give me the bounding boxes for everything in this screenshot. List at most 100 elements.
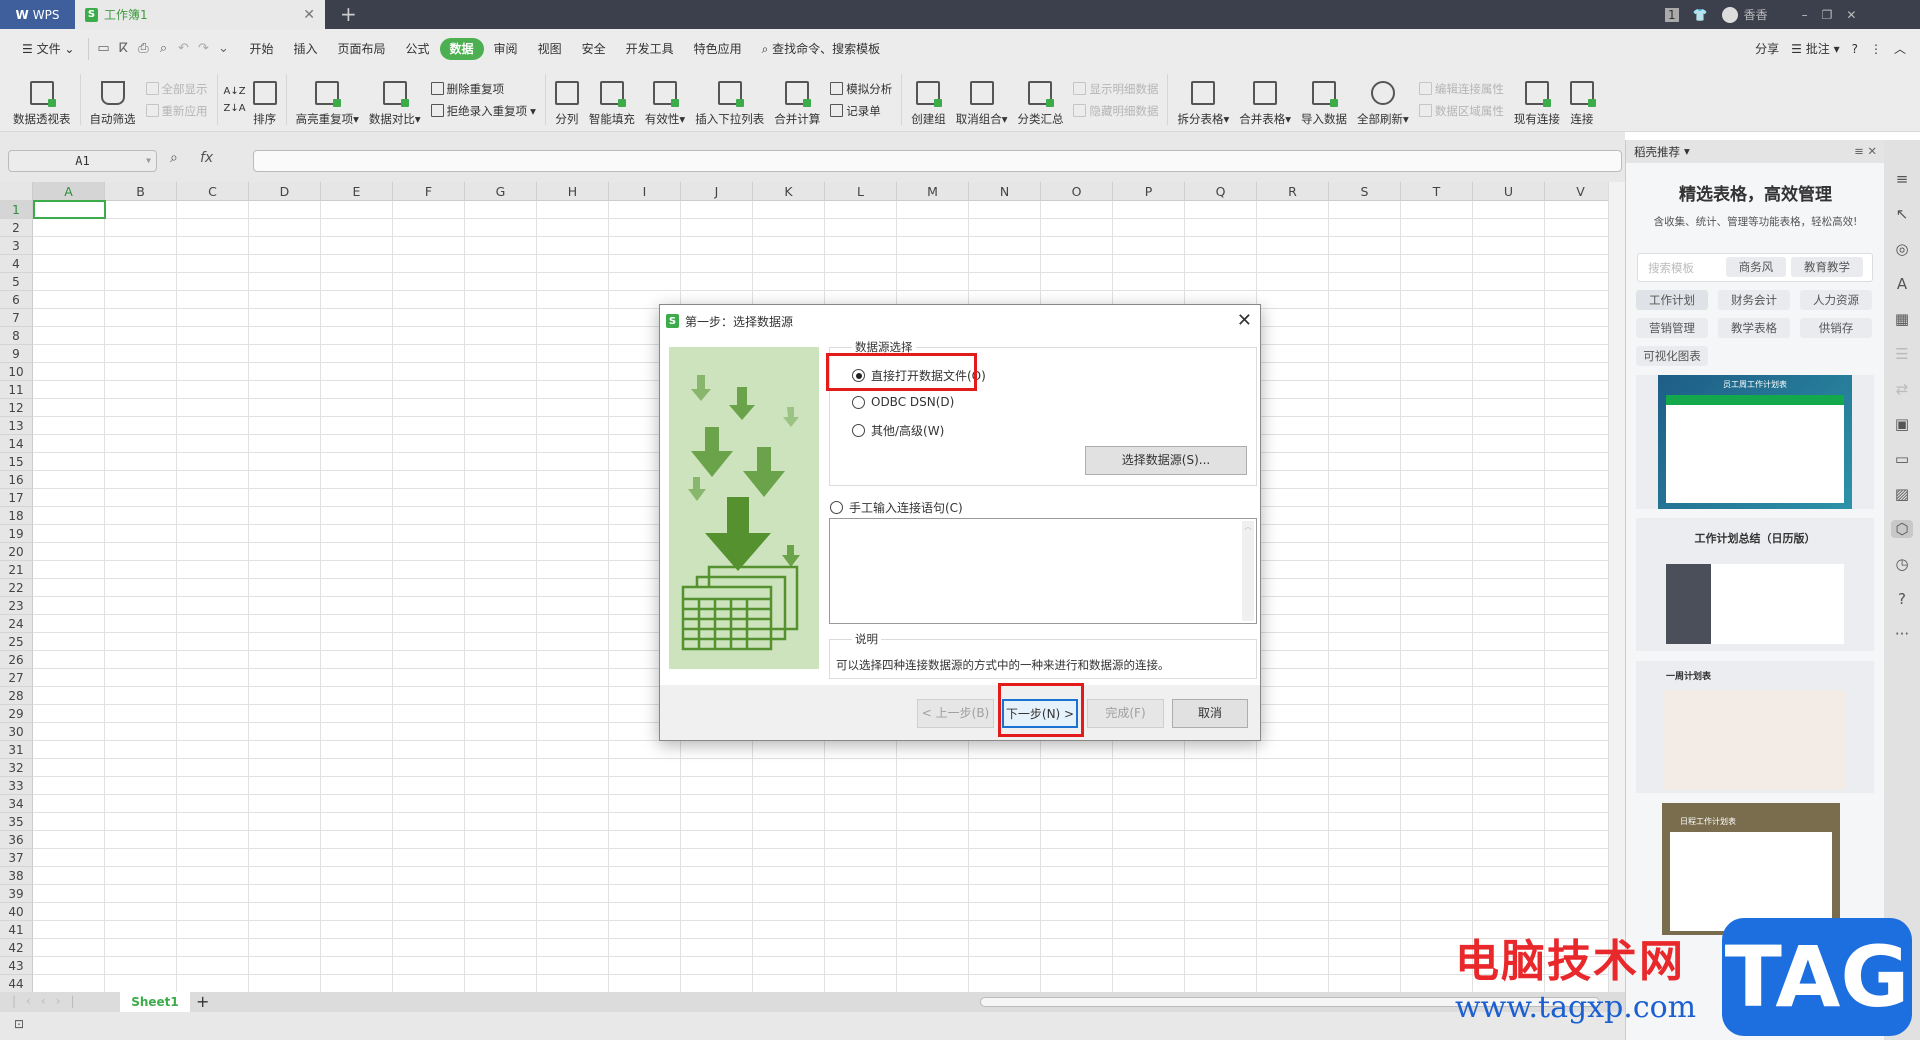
- column-header[interactable]: C: [177, 182, 249, 201]
- select-all-corner[interactable]: [0, 182, 33, 201]
- zoom-formula-icon[interactable]: ⌕: [170, 150, 178, 166]
- reject-duplicates-button[interactable]: 拒绝录入重复项 ▾: [430, 103, 536, 119]
- row-header[interactable]: 8: [0, 327, 33, 345]
- row-header[interactable]: 11: [0, 381, 33, 399]
- row-header[interactable]: 20: [0, 543, 33, 561]
- highlight-duplicates-button[interactable]: 高亮重复项▾: [291, 68, 364, 131]
- column-header[interactable]: M: [897, 182, 969, 201]
- search-tag[interactable]: 教育教学: [1791, 257, 1863, 277]
- menu-icon[interactable]: ≡: [1896, 170, 1909, 188]
- template-search-input[interactable]: 搜索模板: [1648, 260, 1694, 276]
- row-header[interactable]: 43: [0, 957, 33, 975]
- tab-9[interactable]: 特色应用: [684, 38, 752, 60]
- row-header[interactable]: 39: [0, 885, 33, 903]
- row-header[interactable]: 5: [0, 273, 33, 291]
- close-tab-icon[interactable]: ✕: [303, 7, 315, 23]
- row-header[interactable]: 1: [0, 201, 33, 219]
- row-header[interactable]: 24: [0, 615, 33, 633]
- column-header[interactable]: U: [1473, 182, 1545, 201]
- previous-button[interactable]: < 上一步(B): [917, 699, 994, 728]
- tab-1[interactable]: 插入: [283, 38, 327, 60]
- column-header[interactable]: N: [969, 182, 1041, 201]
- username[interactable]: 香香: [1744, 6, 1768, 23]
- picture-icon[interactable]: ▨: [1895, 485, 1909, 503]
- category-tag[interactable]: 财务会计: [1718, 290, 1790, 310]
- print-icon[interactable]: ⎙: [133, 41, 153, 56]
- tab-0[interactable]: 开始: [239, 38, 283, 60]
- minimize-icon[interactable]: –: [1802, 8, 1808, 22]
- row-header[interactable]: 21: [0, 561, 33, 579]
- subtotal-button[interactable]: 分类汇总: [1012, 68, 1068, 131]
- help-icon[interactable]: ?: [1898, 590, 1906, 608]
- row-header[interactable]: 9: [0, 345, 33, 363]
- category-tag[interactable]: 教学表格: [1718, 318, 1790, 338]
- textarea-scrollbar[interactable]: ︿: [1242, 521, 1254, 621]
- show-detail-button[interactable]: 显示明细数据: [1073, 81, 1158, 97]
- refresh-all-button[interactable]: 全部刷新▾: [1352, 68, 1414, 131]
- radio-manual-connection[interactable]: 手工输入连接语句(C): [830, 499, 963, 516]
- merge-table-button[interactable]: 合并表格▾: [1234, 68, 1296, 131]
- remove-duplicates-button[interactable]: 删除重复项: [430, 81, 536, 97]
- column-header[interactable]: G: [465, 182, 537, 201]
- smart-fill-button[interactable]: 智能填充: [584, 68, 640, 131]
- text-style-icon[interactable]: A: [1897, 275, 1907, 293]
- panel-menu-icon[interactable]: ≡ ✕: [1854, 144, 1877, 159]
- help-button[interactable]: ?: [1852, 42, 1858, 56]
- avatar[interactable]: [1721, 6, 1738, 23]
- column-header[interactable]: R: [1257, 182, 1329, 201]
- customize-icon[interactable]: ⌄: [213, 41, 233, 56]
- radio-advanced[interactable]: 其他/高级(W): [852, 422, 944, 439]
- row-header[interactable]: 36: [0, 831, 33, 849]
- wps-home-tab[interactable]: W WPS: [0, 0, 75, 29]
- undo-icon[interactable]: ↶: [173, 41, 193, 56]
- column-header[interactable]: S: [1329, 182, 1401, 201]
- validity-button[interactable]: 有效性▾: [640, 68, 690, 131]
- row-header[interactable]: 33: [0, 777, 33, 795]
- pivot-table-button[interactable]: 数据透视表: [8, 68, 76, 131]
- category-tag[interactable]: 供销存: [1800, 318, 1872, 338]
- radio-button[interactable]: [852, 424, 865, 437]
- tab-7[interactable]: 安全: [572, 38, 616, 60]
- tab-4[interactable]: 数据: [439, 37, 484, 60]
- sort-descending-icon[interactable]: Z↓A: [224, 103, 246, 114]
- column-header[interactable]: F: [393, 182, 465, 201]
- row-header[interactable]: 7: [0, 309, 33, 327]
- column-header[interactable]: L: [825, 182, 897, 201]
- row-header[interactable]: 16: [0, 471, 33, 489]
- column-header[interactable]: J: [681, 182, 753, 201]
- settings-icon[interactable]: ☰: [1895, 345, 1908, 363]
- row-header[interactable]: 14: [0, 435, 33, 453]
- status-mode-icon[interactable]: ⊡: [14, 1017, 24, 1031]
- row-header[interactable]: 18: [0, 507, 33, 525]
- skin-icon[interactable]: 👕: [1693, 8, 1708, 22]
- formula-input[interactable]: [253, 150, 1622, 172]
- ungroup-button[interactable]: 取消组合▾: [951, 68, 1013, 131]
- row-header[interactable]: 44: [0, 975, 33, 992]
- close-window-icon[interactable]: ✕: [1846, 8, 1856, 22]
- row-header[interactable]: 22: [0, 579, 33, 597]
- save-icon[interactable]: ▭: [93, 41, 113, 56]
- insert-dropdown-button[interactable]: 插入下拉列表: [690, 68, 769, 131]
- more-icon[interactable]: ⋮: [1870, 42, 1882, 56]
- connect-button[interactable]: 连接: [1565, 68, 1599, 131]
- row-header[interactable]: 32: [0, 759, 33, 777]
- sheet-tab-sheet1[interactable]: Sheet1: [120, 992, 190, 1012]
- row-header[interactable]: 15: [0, 453, 33, 471]
- column-header[interactable]: Q: [1185, 182, 1257, 201]
- panel-title[interactable]: 稻壳推荐: [1634, 144, 1680, 159]
- template-card[interactable]: 工作计划总结（日历版）: [1636, 518, 1874, 651]
- split-column-button[interactable]: 分列: [550, 68, 584, 131]
- template-search[interactable]: 搜索模板 商务风 教育教学: [1637, 253, 1873, 282]
- row-header[interactable]: 27: [0, 669, 33, 687]
- vertical-scrollbar[interactable]: [1608, 182, 1625, 992]
- show-all-button[interactable]: 全部显示: [145, 81, 208, 97]
- sort-button[interactable]: 排序: [248, 68, 282, 131]
- dialog-close-icon[interactable]: ✕: [1237, 310, 1252, 331]
- autofilter-button[interactable]: 自动筛选: [85, 68, 141, 131]
- consolidate-button[interactable]: 合并计算: [769, 68, 825, 131]
- name-box[interactable]: A1 ▼: [8, 150, 157, 172]
- existing-connections-button[interactable]: 现有连接: [1509, 68, 1565, 131]
- search-command[interactable]: ⌕ 查找命令、搜索模板: [752, 38, 891, 60]
- row-header[interactable]: 34: [0, 795, 33, 813]
- column-header[interactable]: O: [1041, 182, 1113, 201]
